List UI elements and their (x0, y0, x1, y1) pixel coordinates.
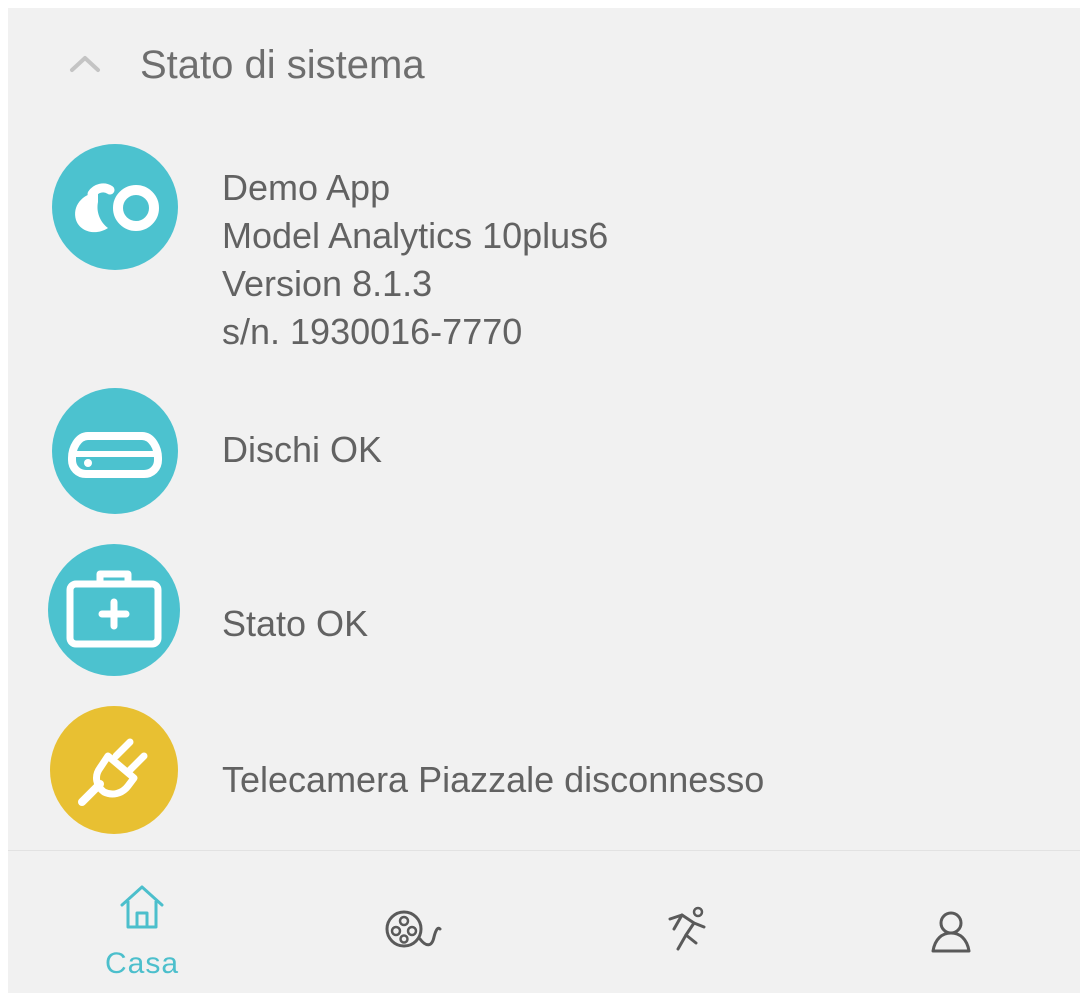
user-icon (931, 911, 971, 953)
section-title: Stato di sistema (140, 43, 425, 87)
disks-status-label: Dischi OK (222, 429, 383, 470)
app-version: Version 8.1.3 (222, 263, 433, 304)
camera-status-label: Telecamera Piazzale disconnesso (222, 759, 765, 800)
chevron-up-icon[interactable] (68, 52, 102, 74)
app-name: Demo App (222, 167, 391, 208)
home-icon (120, 885, 164, 929)
nav-item-motion[interactable] (594, 851, 794, 993)
app-serial: s/n. 1930016-7770 (222, 311, 523, 352)
bottom-navigation: Casa (8, 850, 1080, 993)
screen: Stato di sistema Demo App Model Analytic… (0, 0, 1080, 993)
unplugged-icon (50, 706, 178, 834)
app-model: Model Analytics 10plus6 (222, 215, 609, 256)
running-person-icon (668, 906, 706, 951)
status-item-disks: Dischi OK (8, 388, 1080, 514)
status-item-app-info: Demo App Model Analytics 10plus6 Version… (8, 144, 1080, 354)
nav-label-home: Casa (104, 947, 180, 980)
section-header-system-status[interactable]: Stato di sistema (8, 8, 1080, 120)
camera-status-text: Telecamera Piazzale disconnesso (222, 756, 764, 804)
system-state-label: Stato OK (222, 603, 369, 644)
status-item-camera: Telecamera Piazzale disconnesso (8, 706, 1080, 836)
nav-item-home[interactable]: Casa (42, 851, 242, 993)
film-reel-icon (385, 910, 442, 948)
disks-status-text: Dischi OK (222, 426, 382, 474)
status-item-system-state: Stato OK (8, 544, 1080, 678)
nav-item-account[interactable] (854, 851, 1054, 993)
system-status-panel: Stato di sistema Demo App Model Analytic… (8, 8, 1080, 850)
first-aid-kit-icon (48, 544, 180, 676)
app-logo-icon (52, 144, 178, 270)
nav-item-recordings[interactable] (324, 851, 524, 993)
app-info-text: Demo App Model Analytics 10plus6 Version… (222, 164, 608, 356)
hard-disk-icon (52, 388, 178, 514)
system-state-text: Stato OK (222, 600, 368, 648)
